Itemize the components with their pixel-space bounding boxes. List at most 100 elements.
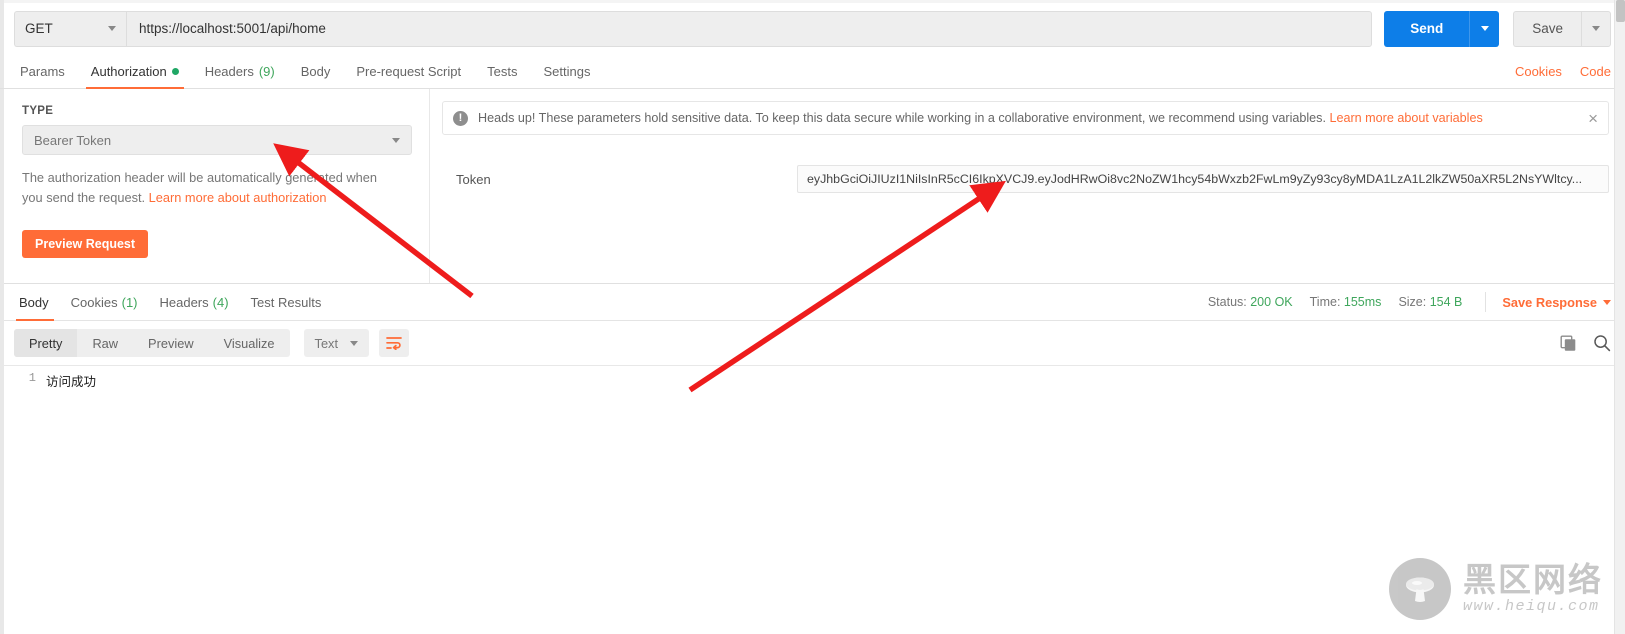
chevron-down-icon [108,26,116,31]
banner-message: Heads up! These parameters hold sensitiv… [478,111,1326,125]
vertical-scrollbar[interactable] [1614,0,1625,634]
banner-link[interactable]: Learn more about variables [1329,111,1482,125]
http-method-select[interactable]: GET [14,10,126,47]
view-mode-pretty[interactable]: Pretty [14,329,78,357]
tab-label: Body [300,64,331,79]
active-indicator-dot-icon [171,68,179,75]
auth-type-heading: TYPE [22,105,54,117]
http-method-label: GET [25,21,53,36]
response-body-viewer[interactable]: 1 访问成功 [0,365,1625,585]
line-content: 访问成功 [46,376,97,390]
request-url-input[interactable]: https://localhost:5001/api/home [126,10,1373,47]
tab-label: Authorization [90,64,167,79]
tab-tests[interactable]: Tests [474,64,530,88]
search-button[interactable] [1593,334,1611,352]
tab-authorization[interactable]: Authorization [78,64,192,89]
preview-request-button[interactable]: Preview Request [22,229,149,258]
window-top-strip [0,0,1625,3]
auth-type-select[interactable]: Bearer Token [22,125,412,155]
send-options-button[interactable] [1469,10,1500,47]
watermark-url: www.heiqu.com [1463,598,1600,615]
response-format-select[interactable]: Text [303,329,370,357]
tab-bar-right-links: Cookies Code [1515,64,1611,88]
tab-label: Headers [159,294,209,310]
watermark: 黑区网络 www.heiqu.com [1389,558,1603,620]
send-button[interactable]: Send [1384,10,1470,47]
code-line: 1 访问成功 [0,366,1625,390]
sensitive-data-banner: ! Heads up! These parameters hold sensit… [442,101,1609,135]
response-tab-cookies[interactable]: Cookies (1) [60,284,149,321]
response-view-mode-group: Pretty Raw Preview Visualize [14,329,290,357]
auth-type-value: Bearer Token [34,132,112,148]
token-field-row: Token eyJhbGciOiJIUzI1NiIsInR5cCI6IkpXVC… [442,165,1609,193]
tab-settings[interactable]: Settings [530,64,603,88]
tab-label: Params [20,64,65,79]
time-group: Time: 155ms [1310,295,1382,309]
tab-label: Headers [204,64,254,79]
scrollbar-thumb[interactable] [1616,0,1625,22]
time-value: 155ms [1343,295,1382,309]
tab-label: Pre-request Script [356,64,462,79]
response-viewer-toolbar: Pretty Raw Preview Visualize Text [0,321,1625,365]
tab-label: Settings [543,64,591,79]
exclamation-circle-icon: ! [453,110,468,126]
size-label: Size: [1398,295,1427,309]
status-group: Status: 200 OK [1208,295,1293,309]
status-label: Status: [1207,295,1247,309]
response-format-value: Text [314,335,339,351]
tab-params[interactable]: Params [14,64,78,88]
wrap-text-button[interactable] [379,329,410,357]
cookies-link[interactable]: Cookies [1515,64,1562,79]
token-input[interactable]: eyJhbGciOiJIUzI1NiIsInR5cCI6IkpXVCJ9.eyJ… [797,165,1609,193]
tab-label: Tests [487,64,518,79]
tab-label: Body [19,294,49,310]
tab-label: Test Results [250,294,322,310]
watermark-text: 黑区网络 www.heiqu.com [1463,563,1603,615]
request-url-bar: GET https://localhost:5001/api/home Send… [0,0,1625,56]
tab-count: (9) [258,64,275,79]
save-response-label: Save Response [1502,294,1597,310]
view-mode-preview[interactable]: Preview [133,329,209,357]
chevron-down-icon [1480,26,1489,31]
chevron-down-icon [350,340,359,346]
tab-label: Cookies [70,294,118,310]
copy-button[interactable] [1560,335,1577,352]
save-button[interactable]: Save [1513,10,1581,47]
auth-type-panel: TYPE Bearer Token The authorization head… [0,89,430,283]
mushroom-logo-icon [1389,558,1451,620]
chevron-down-icon [1603,299,1611,305]
save-button-group: Save [1513,10,1611,47]
tab-pre-request-script[interactable]: Pre-request Script [343,64,474,88]
code-link[interactable]: Code [1580,64,1611,79]
tab-body[interactable]: Body [288,64,344,88]
auth-help-text: The authorization header will be automat… [22,168,397,208]
watermark-title: 黑区网络 [1463,561,1603,598]
tab-count: (1) [121,294,138,310]
size-group: Size: 154 B [1398,295,1462,309]
copy-icon [1560,335,1576,351]
close-icon[interactable]: × [1580,110,1598,127]
view-mode-raw[interactable]: Raw [77,329,133,357]
tab-headers[interactable]: Headers (9) [192,64,288,88]
save-response-button[interactable]: Save Response [1485,292,1611,312]
wrap-text-icon [386,337,402,350]
auth-help-link[interactable]: Learn more about authorization [149,190,327,205]
chevron-down-icon [1592,26,1600,31]
line-number: 1 [28,371,36,385]
token-value: eyJhbGciOiJIUzI1NiIsInR5cCI6IkpXVCJ9.eyJ… [807,172,1583,186]
authorization-panel: TYPE Bearer Token The authorization head… [0,89,1625,284]
response-tab-body[interactable]: Body [14,284,60,321]
tab-count: (4) [212,294,229,310]
save-options-button[interactable] [1581,10,1611,47]
banner-text-wrap: Heads up! These parameters hold sensitiv… [478,111,1570,125]
search-icon [1594,335,1611,352]
status-value: 200 OK [1250,295,1293,309]
send-button-group: Send [1384,10,1500,47]
time-label: Time: [1309,295,1341,309]
response-meta: Status: 200 OK Time: 155ms Size: 154 B S… [1208,292,1611,312]
request-url-text: https://localhost:5001/api/home [139,21,326,36]
request-tab-bar: Params Authorization Headers (9) Body Pr… [0,56,1625,89]
response-tab-headers[interactable]: Headers (4) [149,284,240,321]
response-tab-test-results[interactable]: Test Results [240,284,333,321]
view-mode-visualize[interactable]: Visualize [209,329,290,357]
